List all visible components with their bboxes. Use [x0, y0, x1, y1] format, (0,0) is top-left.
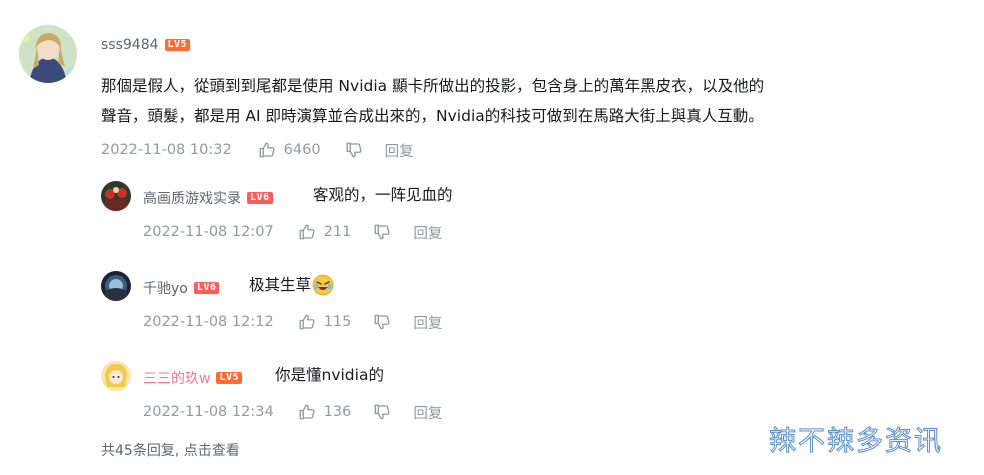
thumbs-up-icon[interactable]: [298, 403, 316, 421]
main-comment-avatar[interactable]: [19, 25, 77, 83]
reply-text: 你是懂nvidia的: [275, 366, 384, 384]
reply-username[interactable]: 千驰yo: [143, 278, 188, 298]
like-count: 211: [323, 224, 352, 240]
reply-meta: 2022-11-08 12:12 115 回复: [143, 312, 442, 332]
level-badge: LV5: [216, 372, 243, 384]
main-comment-text: 那個是假人，從頭到到尾都是使用 Nvidia 顯卡所做出的投影，包含身上的萬年黑…: [101, 71, 764, 131]
main-comment-line-1: 那個是假人，從頭到到尾都是使用 Nvidia 顯卡所做出的投影，包含身上的萬年黑…: [101, 77, 765, 95]
reply-text: 极其生草: [249, 270, 334, 300]
level-badge: LV6: [193, 282, 220, 294]
timestamp: 2022-11-08 12:07: [143, 224, 274, 240]
thumbs-up-icon[interactable]: [298, 313, 316, 331]
reply-button[interactable]: 回复: [385, 140, 414, 161]
reply-button[interactable]: 回复: [413, 402, 442, 423]
reply-avatar[interactable]: [101, 271, 131, 301]
thumbs-down-icon[interactable]: [373, 223, 391, 241]
reply-username[interactable]: 高画质游戏实录: [143, 188, 241, 208]
reply-meta: 2022-11-08 12:07 211 回复: [143, 222, 442, 242]
thumbs-down-icon[interactable]: [373, 313, 391, 331]
reply-text-content: 极其生草: [249, 276, 312, 294]
like-count: 6460: [283, 142, 321, 158]
reply-username[interactable]: 三三的玖w: [143, 368, 210, 388]
thumbs-down-icon[interactable]: [373, 403, 391, 421]
main-comment-username[interactable]: sss9484: [101, 37, 159, 53]
reply-button[interactable]: 回复: [413, 312, 442, 333]
level-badge: LV5: [164, 39, 191, 51]
level-badge: LV6: [247, 192, 273, 204]
like-count: 115: [323, 314, 352, 330]
laughing-crying-emoji-icon: [312, 274, 334, 296]
timestamp: 2022-11-08 12:12: [143, 314, 274, 330]
timestamp: 2022-11-08 10:32: [101, 142, 232, 158]
main-comment-meta: 2022-11-08 10:32 6460 回复: [101, 140, 414, 160]
thumbs-down-icon[interactable]: [345, 141, 363, 159]
reply-avatar[interactable]: [101, 361, 131, 391]
reply-text: 客观的，一阵见血的: [313, 186, 453, 204]
thumbs-up-icon[interactable]: [298, 223, 316, 241]
reply-button[interactable]: 回复: [413, 222, 442, 243]
reply-meta: 2022-11-08 12:34 136 回复: [143, 402, 442, 422]
watermark-text: 辣不辣多资讯: [769, 426, 943, 458]
main-comment-line-2: 聲音，頭髮，都是用 AI 即時演算並合成出來的，Nvidia的科技可做到在馬路大…: [101, 107, 764, 125]
timestamp: 2022-11-08 12:34: [143, 404, 274, 420]
thumbs-up-icon[interactable]: [258, 141, 276, 159]
reply-avatar[interactable]: [101, 181, 131, 211]
view-more-replies-link[interactable]: 共45条回复, 点击查看: [101, 440, 240, 460]
like-count: 136: [323, 404, 352, 420]
